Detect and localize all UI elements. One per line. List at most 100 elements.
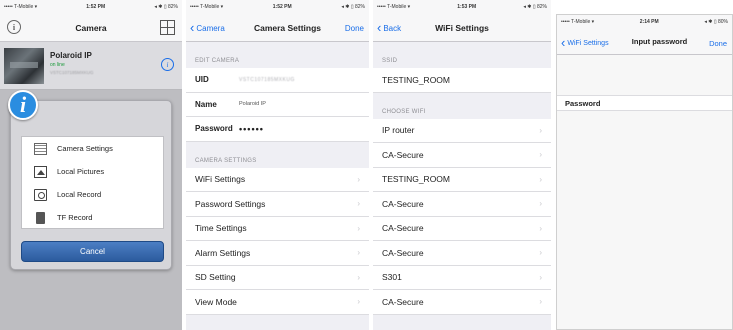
menu-item-local-pictures[interactable]: Local Pictures: [22, 160, 163, 183]
chevron-right-icon: ›: [357, 297, 360, 307]
uid-value: VSTC107185MXKUG: [239, 76, 295, 83]
cancel-button[interactable]: Cancel: [21, 241, 164, 262]
settings-item-view-mode[interactable]: View Mode ›: [186, 290, 369, 315]
wifi-network-item[interactable]: TESTING_ROOM ›: [373, 167, 551, 192]
network-name: CA-Secure: [382, 198, 424, 209]
camera-list-item[interactable]: Polaroid IP on line VSTC107185MXKUG i: [0, 42, 182, 90]
battery-label: ◂ ✱ ▯ 82%: [341, 4, 365, 10]
password-field[interactable]: Password ••••••: [186, 117, 369, 142]
camera-thumbnail: [4, 48, 44, 84]
nav-bar: ‹ Camera Camera Settings Done: [186, 14, 369, 42]
menu-item-camera-settings[interactable]: Camera Settings: [22, 137, 163, 160]
action-menu: Camera Settings Local Pictures Local Rec…: [21, 136, 164, 229]
password-input[interactable]: [606, 99, 707, 107]
chevron-right-icon: ›: [357, 272, 360, 282]
camera-status: on line: [50, 62, 65, 68]
chevron-right-icon: ›: [539, 223, 542, 233]
name-value[interactable]: Polaroid IP: [239, 101, 266, 107]
menu-item-label: Local Pictures: [57, 167, 105, 176]
wifi-network-item[interactable]: IP router ›: [373, 118, 551, 143]
password-label: Password: [565, 98, 601, 108]
back-label: WiFi Settings: [567, 39, 609, 47]
password-value[interactable]: ••••••: [239, 124, 264, 134]
wifi-network-item[interactable]: CA-Secure ›: [373, 192, 551, 217]
chevron-left-icon: ‹: [377, 19, 382, 35]
section-header: SSID: [382, 58, 398, 64]
clock-label: 1:52 PM: [86, 4, 106, 10]
back-button[interactable]: ‹ Back: [377, 14, 401, 42]
ssid-field[interactable]: TESTING_ROOM: [373, 68, 551, 93]
nav-bar: i Camera: [0, 14, 182, 42]
settings-item-time[interactable]: Time Settings ›: [186, 216, 369, 241]
camera-action-dialog: Camera Settings Local Pictures Local Rec…: [10, 100, 172, 270]
camera-uid: VSTC107185MXKUG: [50, 70, 94, 75]
chevron-right-icon: ›: [539, 248, 542, 258]
pictures-icon: [34, 165, 47, 178]
camera-info-icon[interactable]: i: [161, 58, 174, 71]
chevron-right-icon: ›: [539, 297, 542, 307]
chevron-right-icon: ›: [539, 272, 542, 282]
status-bar: ••••• T-Mobile ▾ 1:52 PM ◂ ✱ ▯ 82%: [0, 0, 182, 14]
clock-label: 2:14 PM: [639, 19, 659, 25]
chevron-right-icon: ›: [539, 174, 542, 184]
chevron-right-icon: ›: [357, 248, 360, 258]
input-password-screen: ••••• T-Mobile ▾ 2:14 PM ◂ ✱ ▯ 80% ‹ WiFi…: [556, 14, 733, 330]
settings-item-label: Alarm Settings: [195, 247, 251, 258]
carrier-label: ••••• T-Mobile ▾: [561, 19, 595, 25]
field-label: Name: [195, 99, 217, 109]
nav-bar: ‹ WiFi Settings Input password Done: [557, 29, 732, 55]
settings-item-label: SD Setting: [195, 272, 236, 283]
page-title: Camera Settings: [253, 22, 322, 33]
chevron-right-icon: ›: [357, 223, 360, 233]
password-field[interactable]: Password: [557, 95, 732, 111]
chevron-right-icon: ›: [357, 199, 360, 209]
settings-item-password[interactable]: Password Settings ›: [186, 192, 369, 217]
status-bar: ••••• T-Mobile ▾ 1:53 PM ◂ ✱ ▯ 82%: [373, 0, 551, 14]
info-badge: i: [2, 90, 42, 122]
page-title: WiFi Settings: [435, 22, 489, 33]
clock-label: 1:53 PM: [457, 4, 477, 10]
chevron-left-icon: ‹: [561, 34, 566, 50]
uid-field: UID VSTC107185MXKUG: [186, 68, 369, 93]
chevron-right-icon: ›: [357, 174, 360, 184]
settings-item-label: View Mode: [195, 296, 237, 307]
section-header: CHOOSE WIFI: [382, 108, 426, 115]
done-button[interactable]: Done: [709, 29, 727, 57]
settings-item-wifi[interactable]: WiFi Settings ›: [186, 167, 369, 192]
chevron-right-icon: ›: [539, 199, 542, 209]
wifi-network-item[interactable]: S301 ›: [373, 265, 551, 290]
carrier-label: ••••• T-Mobile ▾: [4, 4, 38, 10]
menu-item-label: Local Record: [57, 190, 102, 199]
wifi-network-item[interactable]: CA-Secure ›: [373, 290, 551, 315]
back-button[interactable]: ‹ WiFi Settings: [561, 29, 609, 57]
back-button[interactable]: ‹ Camera: [190, 14, 225, 42]
sd-card-icon: [36, 211, 45, 224]
page-title: Camera: [75, 22, 107, 33]
network-name: CA-Secure: [382, 296, 424, 307]
status-bar: ••••• T-Mobile ▾ 1:52 PM ◂ ✱ ▯ 82%: [186, 0, 369, 14]
wifi-network-item[interactable]: CA-Secure ›: [373, 143, 551, 168]
multi-view-icon[interactable]: [160, 20, 175, 35]
field-label: Password: [195, 124, 233, 134]
network-name: CA-Secure: [382, 149, 424, 160]
settings-item-label: Time Settings: [195, 223, 247, 234]
wifi-network-item[interactable]: CA-Secure ›: [373, 216, 551, 241]
settings-item-alarm[interactable]: Alarm Settings ›: [186, 241, 369, 266]
page-title: Input password: [631, 37, 688, 46]
chevron-left-icon: ‹: [190, 19, 195, 35]
section-header: CAMERA SETTINGS: [195, 157, 257, 164]
done-button[interactable]: Done: [345, 14, 364, 42]
wifi-settings-screen: ••••• T-Mobile ▾ 1:53 PM ◂ ✱ ▯ 82% ‹ Back…: [373, 0, 551, 330]
settings-item-label: WiFi Settings: [195, 174, 246, 185]
wifi-network-item[interactable]: CA-Secure ›: [373, 241, 551, 266]
network-name: S301: [382, 272, 402, 283]
menu-item-local-record[interactable]: Local Record: [22, 183, 163, 206]
menu-item-tf-record[interactable]: TF Record: [22, 206, 163, 229]
network-name: CA-Secure: [382, 247, 424, 258]
clock-label: 1:52 PM: [272, 4, 292, 10]
menu-item-label: Camera Settings: [57, 144, 113, 153]
settings-item-sd[interactable]: SD Setting ›: [186, 265, 369, 290]
name-field[interactable]: Name Polaroid IP: [186, 92, 369, 117]
about-icon[interactable]: i: [7, 20, 21, 34]
chevron-right-icon: ›: [539, 125, 542, 135]
